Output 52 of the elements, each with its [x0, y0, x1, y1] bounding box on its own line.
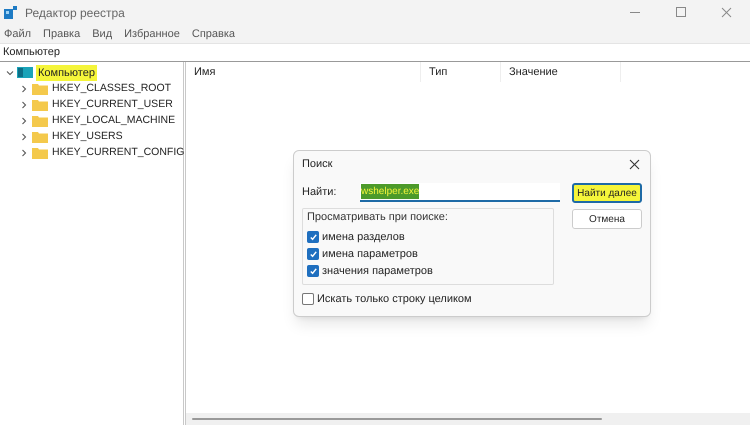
registry-app-icon	[4, 6, 17, 19]
address-bar[interactable]: Компьютер	[0, 44, 750, 62]
folder-icon	[32, 115, 48, 127]
checkbox-label: имена параметров	[322, 246, 418, 262]
checkbox-label: Искать только строку целиком	[317, 292, 472, 306]
column-header[interactable]: Тип	[421, 62, 501, 82]
tree-label: Компьютер	[36, 64, 97, 82]
menu-item[interactable]: Файл	[4, 26, 32, 42]
checkbox[interactable]	[307, 231, 319, 243]
find-value: wshelper.exe	[361, 184, 420, 199]
chevron-icon[interactable]	[20, 85, 28, 93]
tree-item[interactable]: HKEY_CURRENT_USER	[6, 97, 183, 113]
menu-item[interactable]: Справка	[192, 26, 236, 42]
cancel-button[interactable]: Отмена	[572, 209, 642, 229]
tree-label: HKEY_CLASSES_ROOT	[52, 81, 172, 96]
column-header[interactable]: Значение	[501, 62, 621, 82]
menu-item[interactable]: Избранное	[124, 26, 180, 42]
computer-icon	[17, 67, 33, 79]
chevron-icon[interactable]	[6, 69, 14, 77]
horizontal-scrollbar[interactable]	[186, 413, 750, 425]
folder-icon	[32, 147, 48, 159]
tree-label: HKEY_CURRENT_CONFIG	[52, 145, 184, 160]
chevron-icon[interactable]	[20, 149, 28, 157]
find-next-button[interactable]: Найти далее	[572, 183, 642, 203]
checkbox-label: значения параметров	[322, 264, 433, 279]
tree-label: HKEY_USERS	[52, 129, 123, 144]
folder-icon	[32, 83, 48, 95]
checkbox[interactable]	[302, 292, 314, 305]
checkbox[interactable]	[307, 248, 319, 260]
folder-icon	[32, 99, 48, 111]
tree-label: HKEY_CURRENT_USER	[52, 97, 173, 112]
tree-item[interactable]: Компьютер	[6, 65, 183, 81]
menu-item[interactable]: Правка	[43, 26, 80, 42]
folder-icon	[32, 131, 48, 143]
group-title: Просматривать при поиске:	[307, 210, 449, 225]
chevron-icon[interactable]	[20, 117, 28, 125]
checkbox-label: имена разделов	[322, 230, 405, 245]
checkbox[interactable]	[307, 265, 319, 277]
close-icon[interactable]	[629, 158, 640, 170]
tree-item[interactable]: HKEY_LOCAL_MACHINE	[6, 113, 183, 129]
chevron-icon[interactable]	[20, 133, 28, 141]
tree-item[interactable]: HKEY_CLASSES_ROOT	[6, 81, 183, 97]
window-title: Редактор реестра	[25, 4, 125, 22]
tree-label: HKEY_LOCAL_MACHINE	[52, 113, 176, 128]
scrollbar-thumb[interactable]	[192, 418, 602, 420]
find-label: Найти:	[302, 185, 338, 200]
dialog-title: Поиск	[302, 156, 332, 172]
tree-item[interactable]: HKEY_CURRENT_CONFIG	[6, 145, 183, 161]
menu-item[interactable]: Вид	[92, 26, 112, 42]
tree-item[interactable]: HKEY_USERS	[6, 129, 183, 145]
column-header[interactable]: Имя	[186, 62, 421, 82]
chevron-icon[interactable]	[20, 101, 28, 109]
